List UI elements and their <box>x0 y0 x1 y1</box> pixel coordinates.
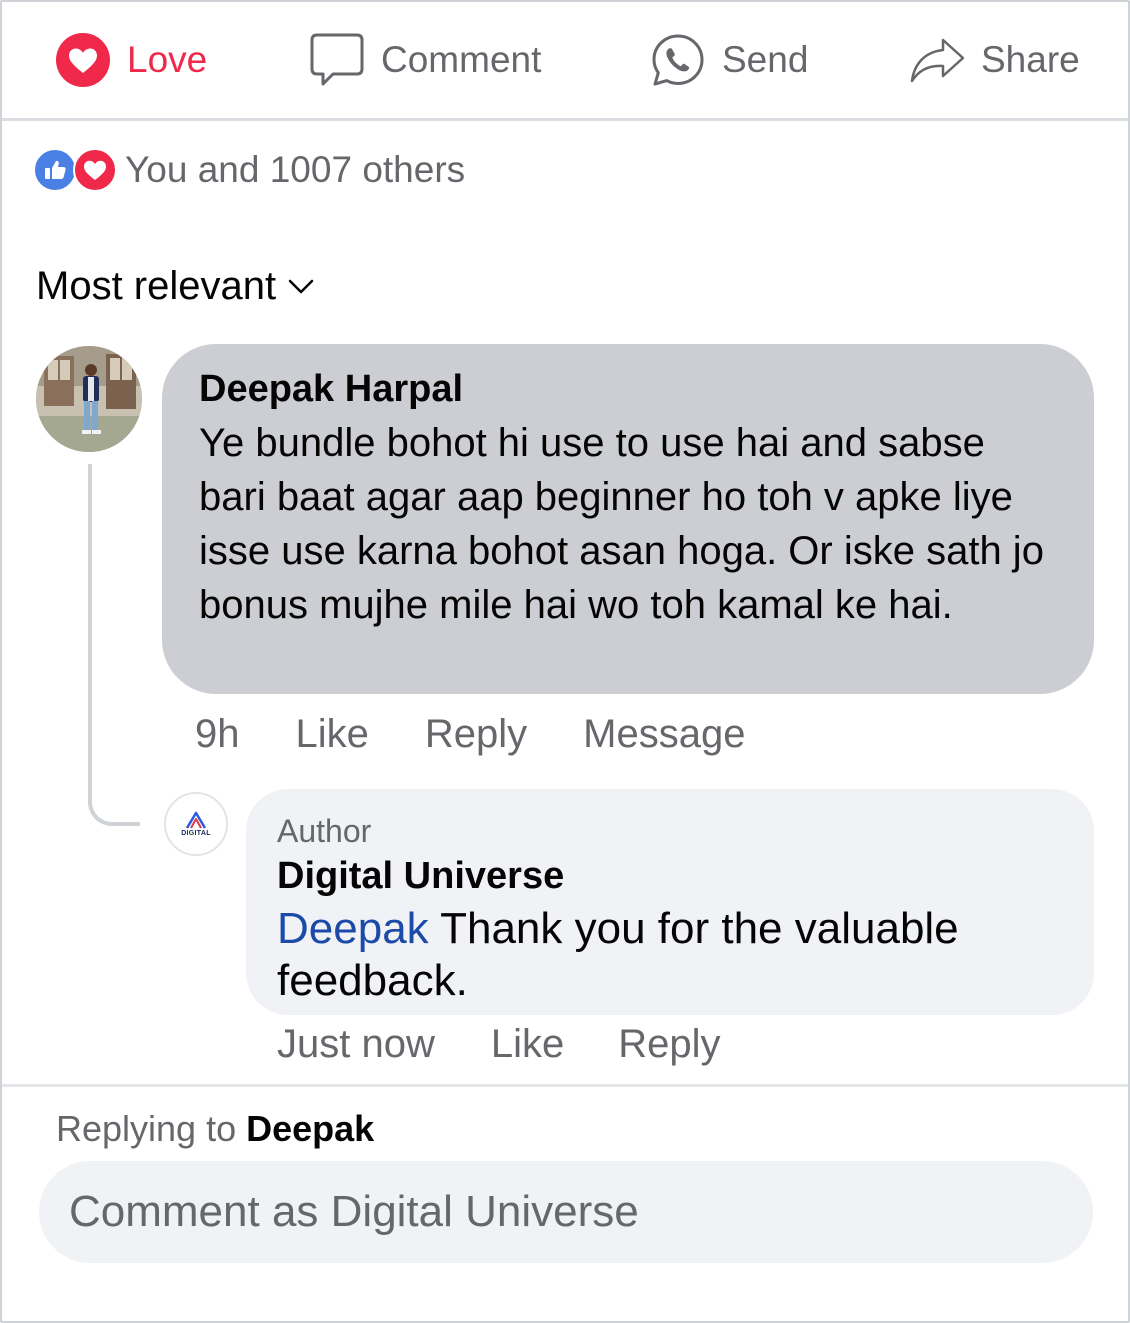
post-action-bar: Love Comment Send Share <box>2 2 1128 121</box>
share-button[interactable]: Share <box>909 28 1080 92</box>
reply-actions: Just now Like Reply <box>277 1022 721 1067</box>
send-button[interactable]: Send <box>650 28 808 92</box>
comment-author-name[interactable]: Deepak Harpal <box>199 366 1058 412</box>
comment-label: Comment <box>381 39 542 80</box>
like-icon <box>33 148 77 192</box>
digital-universe-logo-icon <box>185 811 207 829</box>
avatar[interactable] <box>36 346 142 452</box>
comment-actions: 9h Like Reply Message <box>195 712 745 757</box>
comment-icon <box>310 33 364 86</box>
comment-input[interactable] <box>39 1161 1093 1263</box>
love-label: Love <box>127 39 208 80</box>
whatsapp-icon <box>652 34 704 86</box>
replying-prefix: Replying to <box>56 1108 237 1149</box>
reactions-summary[interactable]: You and 1007 others <box>33 148 465 192</box>
replying-to-label: Replying to Deepak <box>56 1108 374 1150</box>
heart-icon <box>56 33 110 87</box>
reply-bubble: Author Digital Universe Deepak Thank you… <box>246 789 1094 1015</box>
like-reply-button[interactable]: Like <box>491 1022 564 1067</box>
like-comment-button[interactable]: Like <box>296 712 369 757</box>
message-button[interactable]: Message <box>583 712 745 757</box>
comment-text: Ye bundle bohot hi use to use hai and sa… <box>199 421 1044 627</box>
replying-name: Deepak <box>246 1108 375 1149</box>
reply-author-name[interactable]: Digital Universe <box>277 853 1064 899</box>
reply-reply-button[interactable]: Reply <box>618 1022 720 1067</box>
send-label: Send <box>722 39 809 80</box>
author-badge: Author <box>277 813 372 849</box>
share-arrow-icon <box>910 38 965 83</box>
reaction-count-text: You and 1007 others <box>125 149 466 190</box>
comment-timestamp: 9h <box>195 712 240 756</box>
divider <box>2 1084 1128 1087</box>
page-avatar[interactable]: DIGITAL <box>164 792 228 856</box>
sort-label: Most relevant <box>36 264 277 308</box>
comment-bubble: Deepak Harpal Ye bundle bohot hi use to … <box>162 344 1094 694</box>
reply-comment-button[interactable]: Reply <box>425 712 527 757</box>
mention-link[interactable]: Deepak <box>277 904 429 953</box>
page-avatar-wordmark: DIGITAL <box>181 830 211 837</box>
chevron-down-icon <box>288 279 314 293</box>
love-button[interactable]: Love <box>55 28 207 92</box>
post-comments-panel: Love Comment Send Share You and 1007 oth… <box>0 0 1130 1323</box>
reply-text-line: Deepak Thank you for the valuable feedba… <box>277 903 1064 1007</box>
sort-dropdown[interactable]: Most relevant <box>36 264 314 309</box>
thread-connector-line <box>88 464 140 826</box>
reply-timestamp: Just now <box>277 1022 435 1066</box>
share-label: Share <box>981 39 1080 80</box>
love-icon <box>73 148 117 192</box>
comment-button[interactable]: Comment <box>309 28 541 92</box>
